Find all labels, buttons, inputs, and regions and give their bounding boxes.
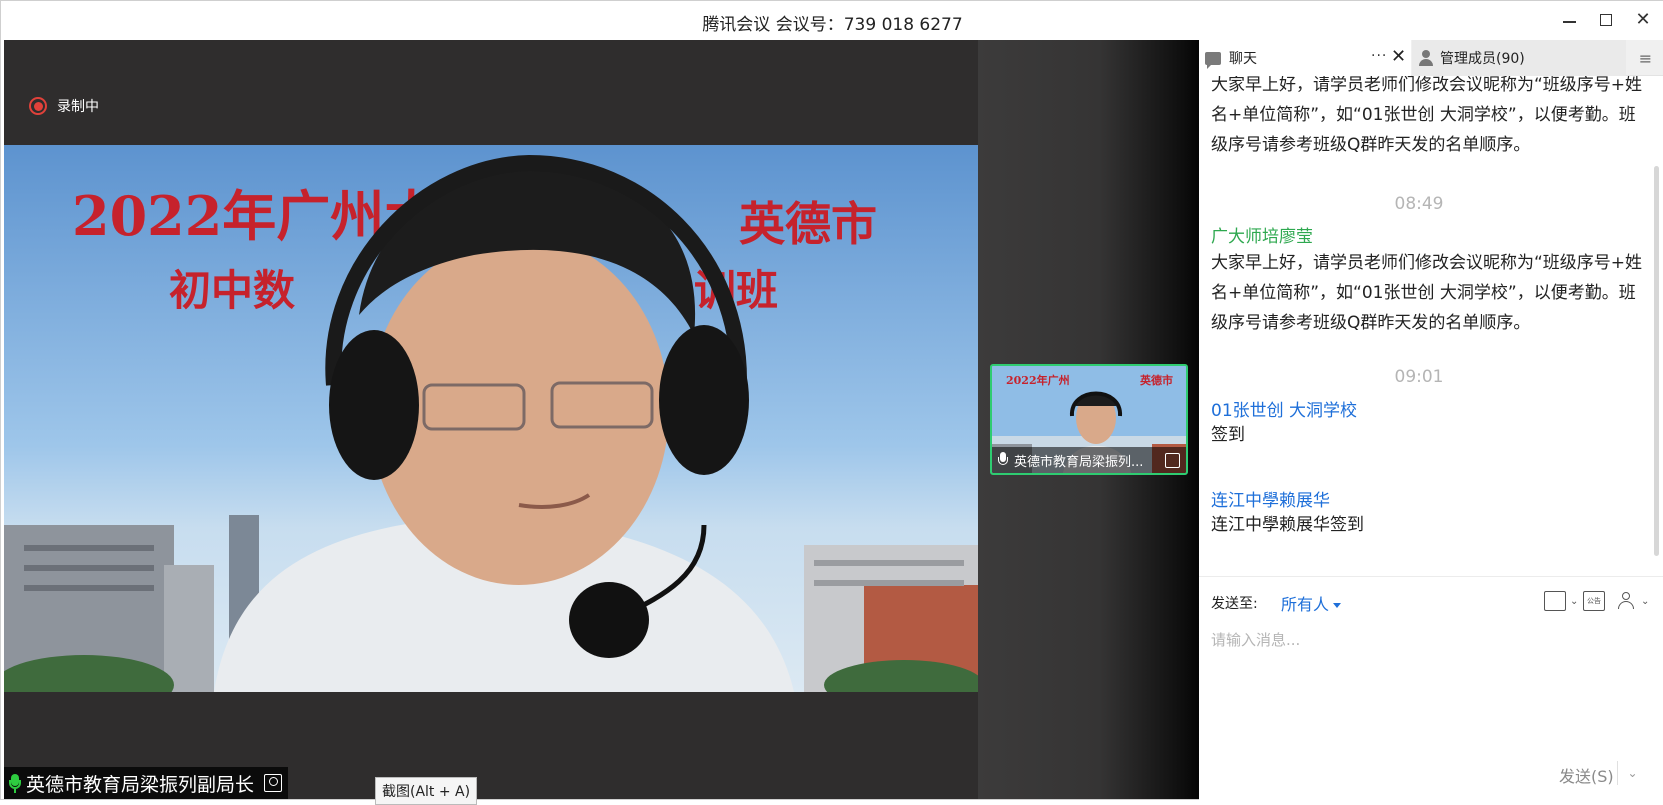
message-time: 08:49 bbox=[1394, 194, 1444, 214]
message-time: 09:01 bbox=[1394, 367, 1444, 387]
portrait-icon[interactable] bbox=[1165, 453, 1180, 468]
message-text: 连江中學赖展华签到 bbox=[1211, 515, 1364, 535]
mic-active-icon bbox=[8, 773, 22, 793]
dropdown-caret-icon bbox=[1333, 603, 1342, 608]
message-sender[interactable]: 广大师培廖莹 bbox=[1211, 222, 1313, 247]
mic-icon bbox=[998, 452, 1008, 468]
close-window-button[interactable]: ✕ bbox=[1630, 9, 1656, 31]
thumbnail-banner-text-right: 英德市 bbox=[1139, 373, 1173, 387]
screenshot-tooltip: 截图(Alt + A) bbox=[375, 777, 478, 805]
window-title: 腾讯会议 会议号：739 018 6277 bbox=[702, 15, 963, 35]
portrait-icon[interactable] bbox=[264, 774, 283, 792]
video-frame: 2022年广州大 英德市 初中数 训班 202 bbox=[4, 145, 978, 692]
speaker-name-tag: 英德市教育局梁振列副局长 bbox=[4, 767, 289, 799]
send-to-label: 发送至: bbox=[1211, 596, 1258, 612]
participant-thumbnail[interactable]: 2022年广州 英德市 英德市教育局梁振列... bbox=[990, 364, 1188, 475]
message-text: 签到 bbox=[1211, 425, 1245, 445]
chevron-down-icon[interactable]: ⌄ bbox=[1570, 596, 1578, 607]
panel-tabs: 聊天 ··· ✕ 管理成员(90) ≡ bbox=[1199, 40, 1663, 76]
chat-messages[interactable]: 大家早上好，请学员老师们修改会议昵称为“班级序号+姓名+单位简称”，如“01张世… bbox=[1199, 76, 1663, 576]
recording-indicator: 录制中 bbox=[29, 96, 99, 116]
more-options-icon[interactable]: ··· bbox=[1371, 48, 1387, 64]
minimize-button[interactable] bbox=[1556, 9, 1582, 31]
video-area: 录制中 2022年广州大 英德市 初中数 训班 英德市教育局梁振列副局长 202… bbox=[4, 40, 1199, 799]
chat-bubble-icon bbox=[1205, 51, 1221, 69]
main-video-feed[interactable]: 2022年广州大 英德市 初中数 训班 202 bbox=[4, 145, 978, 692]
send-to-target: 所有人 bbox=[1281, 595, 1330, 614]
user-settings-icon[interactable] bbox=[1617, 591, 1639, 611]
person-icon bbox=[1418, 50, 1434, 66]
thumbnail-name-bar: 英德市教育局梁振列... bbox=[992, 447, 1186, 473]
send-options-chevron-icon[interactable]: ⌄ bbox=[1617, 761, 1647, 785]
message-input[interactable]: 请输入消息... bbox=[1211, 629, 1300, 650]
tab-members-label: 管理成员(90) bbox=[1440, 51, 1525, 67]
maximize-icon bbox=[1600, 14, 1612, 26]
chat-scrollbar[interactable] bbox=[1654, 166, 1659, 556]
tab-chat-label: 聊天 bbox=[1229, 51, 1257, 67]
menu-icon: ≡ bbox=[1638, 48, 1653, 68]
banner-text-line2: 初中数 bbox=[169, 266, 295, 315]
message-sender[interactable]: 01张世创 大洞学校 bbox=[1211, 396, 1357, 421]
tab-manage-members[interactable]: 管理成员(90) bbox=[1412, 40, 1626, 76]
close-chat-icon[interactable]: ✕ bbox=[1391, 46, 1406, 67]
record-icon bbox=[29, 97, 47, 115]
send-button[interactable]: 发送(S) bbox=[1559, 763, 1614, 787]
bulletin-icon[interactable]: 公告 bbox=[1583, 591, 1605, 611]
message-text: 大家早上好，请学员老师们修改会议昵称为“班级序号+姓名+单位简称”，如“01张世… bbox=[1211, 253, 1643, 333]
minimize-icon bbox=[1563, 21, 1576, 23]
message-text: 大家早上好，请学员老师们修改会议昵称为“班级序号+姓名+单位简称”，如“01张世… bbox=[1211, 76, 1643, 155]
message-composer: 发送至: 所有人 ⌄ 公告 ⌄ 请输入消息... 发送(S) ⌄ bbox=[1199, 576, 1663, 801]
chevron-down-icon[interactable]: ⌄ bbox=[1641, 596, 1649, 607]
message-sender[interactable]: 连江中學赖展华 bbox=[1211, 486, 1330, 511]
recording-label: 录制中 bbox=[57, 99, 99, 115]
chat-panel: 聊天 ··· ✕ 管理成员(90) ≡ 大家早上好，请学员老师们修改会议昵称为“… bbox=[1199, 40, 1663, 801]
meeting-window: 腾讯会议 会议号：739 018 6277 ✕ 录制中 2022年广州大 英德市… bbox=[0, 0, 1663, 805]
tab-chat[interactable]: 聊天 ··· ✕ bbox=[1199, 40, 1411, 76]
file-icon[interactable] bbox=[1544, 591, 1566, 611]
panel-menu-button[interactable]: ≡ bbox=[1627, 40, 1663, 76]
send-to-dropdown[interactable]: 所有人 bbox=[1281, 591, 1342, 615]
title-bar: 腾讯会议 会议号：739 018 6277 ✕ bbox=[1, 1, 1663, 40]
close-icon: ✕ bbox=[1635, 9, 1651, 30]
speaker-name: 英德市教育局梁振列副局长 bbox=[26, 773, 255, 796]
banner-text-line1b: 英德市 bbox=[739, 197, 877, 251]
thumbnail-banner-text: 2022年广州 bbox=[1006, 373, 1070, 387]
thumbnail-name: 英德市教育局梁振列... bbox=[1014, 454, 1144, 470]
maximize-button[interactable] bbox=[1593, 9, 1619, 31]
